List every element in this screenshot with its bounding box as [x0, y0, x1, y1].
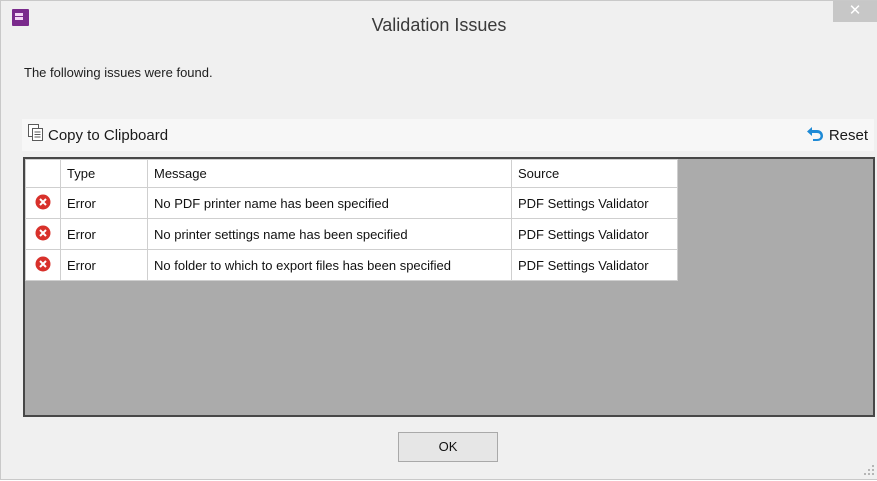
window-title: Validation Issues [371, 15, 507, 35]
copy-icon [28, 123, 44, 147]
column-header-type[interactable]: Type [60, 159, 148, 188]
error-icon [35, 225, 51, 244]
reset-label: Reset [828, 126, 868, 144]
cell-type: Error [60, 218, 148, 250]
issues-table: Type Message Source Error No PDF printer… [25, 159, 678, 281]
copy-to-clipboard-label: Copy to Clipboard [48, 126, 169, 144]
column-header-message[interactable]: Message [147, 159, 512, 188]
header-row: Type Message Source [25, 159, 678, 188]
toolbar: Copy to Clipboard Reset [22, 119, 874, 151]
ok-button[interactable]: OK [398, 432, 498, 462]
title-bar: Validation Issues ✕ [1, 1, 877, 43]
column-header-icon[interactable] [25, 159, 61, 188]
cell-message: No folder to which to export files has b… [147, 249, 512, 281]
error-icon [35, 256, 51, 275]
table-row[interactable]: Error No printer settings name has been … [25, 218, 678, 250]
cell-message: No PDF printer name has been specified [147, 187, 512, 219]
copy-to-clipboard-button[interactable]: Copy to Clipboard [28, 119, 168, 151]
cell-source: PDF Settings Validator [511, 218, 678, 250]
cell-type: Error [60, 249, 148, 281]
reset-button[interactable]: Reset [805, 119, 868, 151]
resize-grip-icon[interactable] [863, 463, 875, 475]
cell-type: Error [60, 187, 148, 219]
error-icon [35, 194, 51, 213]
intro-text: The following issues were found. [24, 65, 213, 80]
cell-message: No printer settings name has been specif… [147, 218, 512, 250]
issues-grid: Type Message Source Error No PDF printer… [23, 157, 875, 417]
close-button[interactable]: ✕ [833, 1, 877, 22]
cell-source: PDF Settings Validator [511, 249, 678, 281]
reset-icon [805, 124, 825, 147]
validation-issues-dialog: Validation Issues ✕ The following issues… [0, 0, 877, 480]
column-header-source[interactable]: Source [511, 159, 678, 188]
table-row[interactable]: Error No PDF printer name has been speci… [25, 187, 678, 219]
table-row[interactable]: Error No folder to which to export files… [25, 249, 678, 281]
cell-source: PDF Settings Validator [511, 187, 678, 219]
